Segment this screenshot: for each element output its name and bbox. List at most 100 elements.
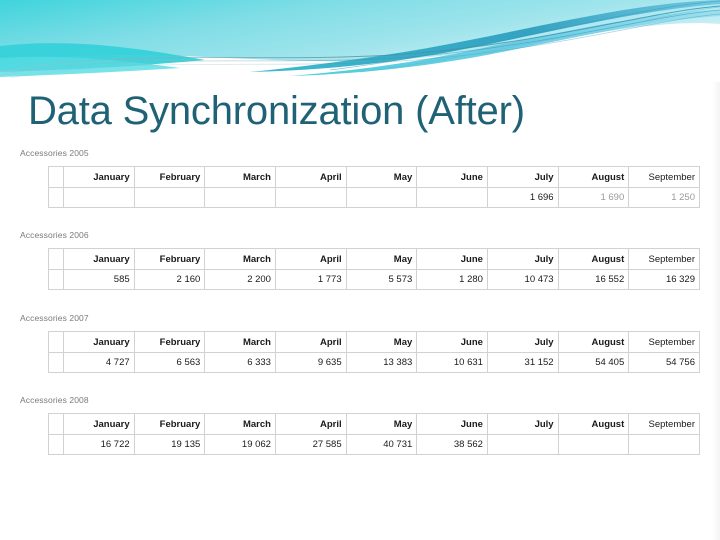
- table-row: 1 696 1 690 1 250: [48, 187, 700, 208]
- table-cell-june: 38 562: [416, 434, 488, 455]
- column-header-april: April: [274, 248, 347, 270]
- column-header-september: September: [628, 248, 700, 270]
- table-cell-july: [486, 434, 559, 455]
- column-header-september: September: [628, 166, 700, 188]
- column-header-may: May: [345, 413, 418, 435]
- table-caption: Accessories 2007: [20, 313, 89, 323]
- table-cell-june: 1 280: [416, 269, 488, 290]
- data-table: January February March April May June July Augu…: [48, 331, 700, 373]
- table-cell-january: 16 722: [63, 434, 135, 455]
- column-header-february: February: [133, 331, 206, 353]
- table-cell-february: 2 160: [133, 269, 206, 290]
- table-cell-april: 27 585: [274, 434, 347, 455]
- data-table: January February March April May June July Augu…: [48, 413, 700, 455]
- column-header-january: January: [63, 413, 135, 435]
- table-cell-august: 1 690: [557, 187, 630, 208]
- slide-banner: [0, 0, 720, 82]
- table-header-row: January February March April May June July Augu…: [48, 413, 700, 435]
- column-header-august: August: [557, 248, 630, 270]
- column-header-february: February: [133, 248, 206, 270]
- table-cell-september: 16 329: [628, 269, 700, 290]
- data-table: January February March April May June July Augu…: [48, 248, 700, 290]
- column-header-january: January: [63, 248, 135, 270]
- column-header-april: April: [274, 331, 347, 353]
- table-cell-february: [133, 187, 206, 208]
- table-cell-january: 585: [63, 269, 135, 290]
- table-header-row: January February March April May June July Augu…: [48, 331, 700, 353]
- column-header-july: July: [486, 166, 559, 188]
- table-cell-april: [274, 187, 347, 208]
- column-header-april: April: [274, 413, 347, 435]
- table-header-row: January February March April May June July Augu…: [48, 166, 700, 188]
- table-cell-july: 1 696: [486, 187, 559, 208]
- table-cell-august: 16 552: [557, 269, 630, 290]
- table-cell-february: 6 563: [133, 352, 206, 373]
- slide-title: Data Synchronization (After): [28, 89, 525, 133]
- column-header-july: July: [486, 413, 559, 435]
- table-cell-july: 10 473: [486, 269, 559, 290]
- column-header-august: August: [557, 331, 630, 353]
- column-header-june: June: [416, 413, 488, 435]
- column-header-may: May: [345, 248, 418, 270]
- row-label-header: [48, 166, 64, 188]
- table-cell-february: 19 135: [133, 434, 206, 455]
- table-cell-may: 13 383: [345, 352, 418, 373]
- table-cell-march: 19 062: [204, 434, 276, 455]
- column-header-september: September: [628, 413, 700, 435]
- table-row: 16 722 19 135 19 062 27 585 40 731 38 562: [48, 434, 700, 455]
- table-caption: Accessories 2006: [20, 230, 89, 240]
- table-cell-june: 10 631: [416, 352, 488, 373]
- table-cell-september: 1 250: [628, 187, 700, 208]
- table-caption: Accessories 2008: [20, 395, 89, 405]
- table-cell-september: [628, 434, 700, 455]
- column-header-june: June: [416, 166, 488, 188]
- row-label-cell: [48, 434, 64, 455]
- row-label-header: [48, 413, 64, 435]
- column-header-may: May: [345, 166, 418, 188]
- row-label-cell: [48, 269, 64, 290]
- table-row: 585 2 160 2 200 1 773 5 573 1 280 10 473 16 552…: [48, 269, 700, 290]
- column-header-february: February: [133, 413, 206, 435]
- table-cell-january: [63, 187, 135, 208]
- table-cell-april: 1 773: [274, 269, 347, 290]
- column-header-july: July: [486, 248, 559, 270]
- slide-content: Accessories 2005 January February March Apri…: [0, 148, 720, 468]
- column-header-july: July: [486, 331, 559, 353]
- table-cell-january: 4 727: [63, 352, 135, 373]
- column-header-may: May: [345, 331, 418, 353]
- table-cell-may: 40 731: [345, 434, 418, 455]
- column-header-january: January: [63, 331, 135, 353]
- data-table: January February March April May June July Augu…: [48, 166, 700, 208]
- table-cell-may: [345, 187, 418, 208]
- column-header-february: February: [133, 166, 206, 188]
- column-header-march: March: [204, 331, 276, 353]
- column-header-august: August: [557, 413, 630, 435]
- table-cell-march: [204, 187, 276, 208]
- table-header-row: January February March April May June July Augu…: [48, 248, 700, 270]
- table-cell-june: [416, 187, 488, 208]
- column-header-january: January: [63, 166, 135, 188]
- column-header-march: March: [204, 166, 276, 188]
- row-label-header: [48, 331, 64, 353]
- column-header-august: August: [557, 166, 630, 188]
- column-header-september: September: [628, 331, 700, 353]
- table-cell-july: 31 152: [486, 352, 559, 373]
- column-header-june: June: [416, 248, 488, 270]
- row-label-cell: [48, 352, 64, 373]
- column-header-june: June: [416, 331, 488, 353]
- table-row: 4 727 6 563 6 333 9 635 13 383 10 631 31 152 54…: [48, 352, 700, 373]
- row-label-cell: [48, 187, 64, 208]
- table-cell-march: 2 200: [204, 269, 276, 290]
- table-cell-april: 9 635: [274, 352, 347, 373]
- table-cell-may: 5 573: [345, 269, 418, 290]
- column-header-march: March: [204, 248, 276, 270]
- column-header-april: April: [274, 166, 347, 188]
- table-cell-march: 6 333: [204, 352, 276, 373]
- row-label-header: [48, 248, 64, 270]
- table-cell-august: 54 405: [557, 352, 630, 373]
- table-caption: Accessories 2005: [20, 148, 89, 158]
- column-header-march: March: [204, 413, 276, 435]
- banner-artwork: [0, 0, 720, 82]
- table-cell-september: 54 756: [628, 352, 700, 373]
- table-cell-august: [557, 434, 630, 455]
